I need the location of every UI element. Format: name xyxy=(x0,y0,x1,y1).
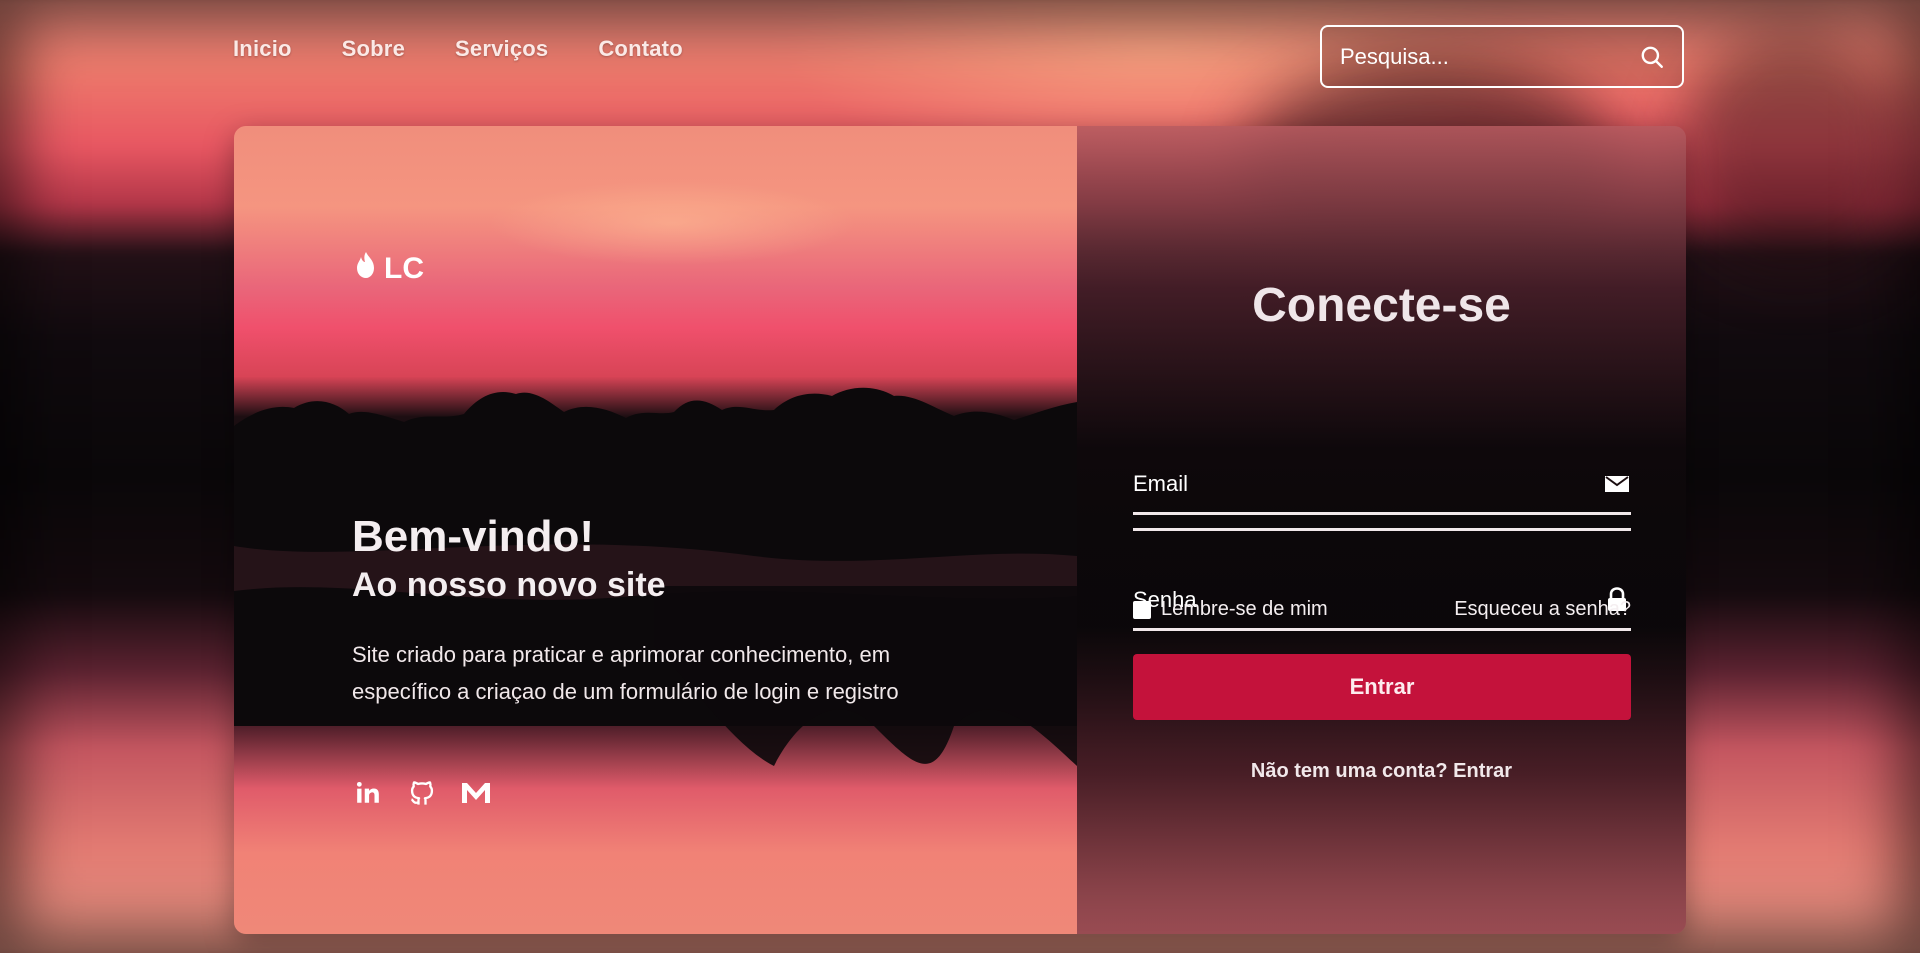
brand-logo[interactable]: LC xyxy=(354,250,424,288)
welcome-description: Site criado para praticar e aprimorar co… xyxy=(352,642,899,704)
login-button[interactable]: Entrar xyxy=(1133,654,1631,720)
welcome-title: Bem-vindo! xyxy=(352,512,594,561)
social-links xyxy=(353,778,491,808)
welcome-subtitle: Ao nosso novo site xyxy=(352,566,666,604)
remember-me-label: Lembre-se de mim xyxy=(1161,598,1328,620)
linkedin-icon[interactable] xyxy=(353,778,383,808)
search-input[interactable] xyxy=(1338,42,1638,71)
login-options: Lembre-se de mim Esqueceu a senha? xyxy=(1133,598,1631,621)
search-icon[interactable] xyxy=(1638,43,1666,71)
top-nav: Inicio Sobre Serviços Contato xyxy=(233,36,683,62)
github-icon[interactable] xyxy=(407,778,437,808)
nav-item-servicos[interactable]: Serviços xyxy=(455,36,548,62)
register-link[interactable]: Entrar xyxy=(1453,760,1512,782)
login-title: Conecte-se xyxy=(1252,279,1511,332)
register-prompt-text: Não tem uma conta? xyxy=(1250,760,1448,782)
register-prompt: Não tem uma conta? Entrar xyxy=(1077,760,1686,783)
hero-panel: LC Bem-vindo! Ao nosso novo site Site cr… xyxy=(234,126,1077,934)
remember-me-checkbox[interactable] xyxy=(1133,600,1151,619)
forgot-password-link[interactable]: Esqueceu a senha? xyxy=(1454,598,1631,621)
login-card: LC Bem-vindo! Ao nosso novo site Site cr… xyxy=(234,126,1686,934)
flame-icon xyxy=(354,250,378,288)
password-field xyxy=(1133,472,1631,531)
nav-item-inicio[interactable]: Inicio xyxy=(233,36,292,62)
login-panel: Conecte-se Lembre-se xyxy=(1077,126,1686,934)
remember-me[interactable]: Lembre-se de mim xyxy=(1133,598,1328,621)
nav-item-contato[interactable]: Contato xyxy=(598,36,683,62)
nav-item-sobre[interactable]: Sobre xyxy=(342,36,405,62)
background-blur-shape xyxy=(1680,30,1910,270)
brand-logo-text: LC xyxy=(384,252,424,285)
gmail-icon[interactable] xyxy=(461,778,491,808)
search-box xyxy=(1320,25,1684,88)
